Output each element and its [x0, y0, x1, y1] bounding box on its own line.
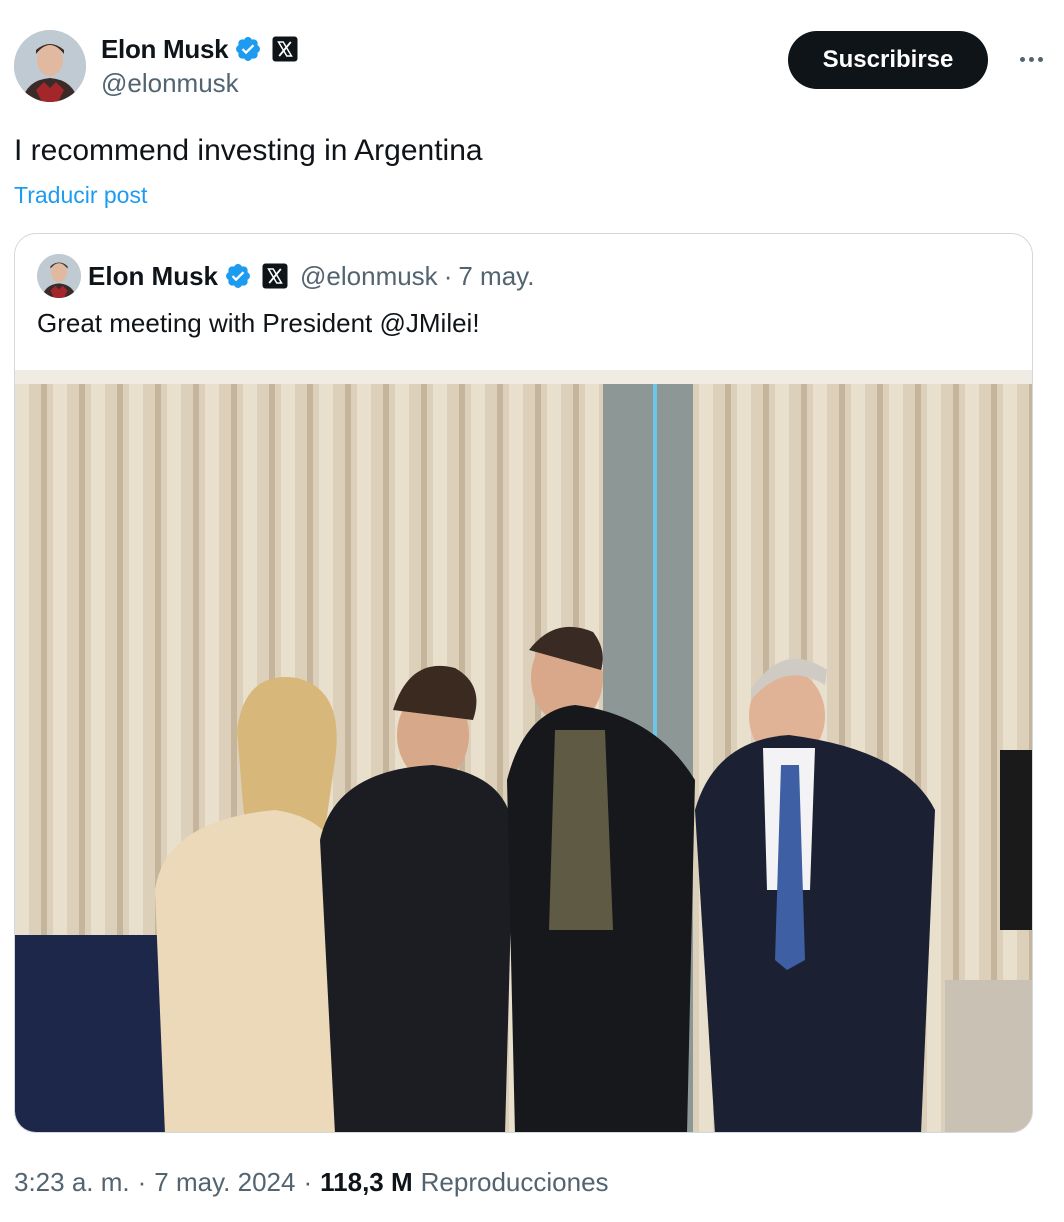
dot — [1028, 56, 1034, 62]
post-footer-meta: 3:23 a. m. · 7 may. 2024 · 118,3 M Repro… — [14, 1163, 609, 1201]
quoted-post-date[interactable]: 7 may. — [458, 261, 534, 292]
more-options-icon[interactable] — [1014, 44, 1048, 74]
post-date[interactable]: 7 may. 2024 — [154, 1167, 295, 1198]
verified-badge-icon[interactable] — [234, 35, 262, 63]
quoted-post-card[interactable]: Elon Musk @elonmusk · 7 may. Great meeti… — [14, 233, 1033, 1133]
quoted-post-header: Elon Musk @elonmusk · 7 may. — [88, 258, 534, 294]
post-header: Elon Musk @elonmusk Suscribirse — [14, 30, 1048, 104]
x-logo-icon[interactable] — [272, 36, 298, 62]
separator-dot: · — [443, 260, 453, 291]
dot — [1037, 56, 1043, 62]
views-label: Reproducciones — [420, 1166, 609, 1197]
quoted-author-avatar[interactable] — [37, 254, 81, 298]
author-display-name[interactable]: Elon Musk — [101, 34, 229, 65]
subscribe-button[interactable]: Suscribirse — [788, 31, 988, 89]
photo-image — [15, 370, 1032, 1132]
author-name-row: Elon Musk — [101, 32, 298, 66]
post-time[interactable]: 3:23 a. m. — [14, 1167, 130, 1198]
translate-post-link[interactable]: Traducir post — [14, 182, 147, 209]
quoted-author-handle[interactable]: @elonmusk — [300, 261, 438, 292]
x-logo-icon[interactable] — [262, 263, 288, 289]
quoted-author-name[interactable]: Elon Musk — [88, 261, 218, 292]
dot — [1019, 56, 1025, 62]
avatar-image — [37, 254, 81, 298]
post-text: I recommend investing in Argentina — [14, 134, 483, 167]
separator-dot: · — [303, 1166, 313, 1197]
verified-badge-icon[interactable] — [224, 262, 252, 290]
views-count: 118,3 M — [320, 1166, 413, 1197]
separator-dot: · — [137, 1166, 147, 1197]
quoted-post-photo[interactable] — [15, 370, 1032, 1132]
author-avatar[interactable] — [14, 30, 86, 102]
avatar-image — [14, 30, 86, 102]
quoted-post-text: Great meeting with President @JMilei! — [37, 308, 480, 338]
author-handle[interactable]: @elonmusk — [101, 68, 239, 99]
